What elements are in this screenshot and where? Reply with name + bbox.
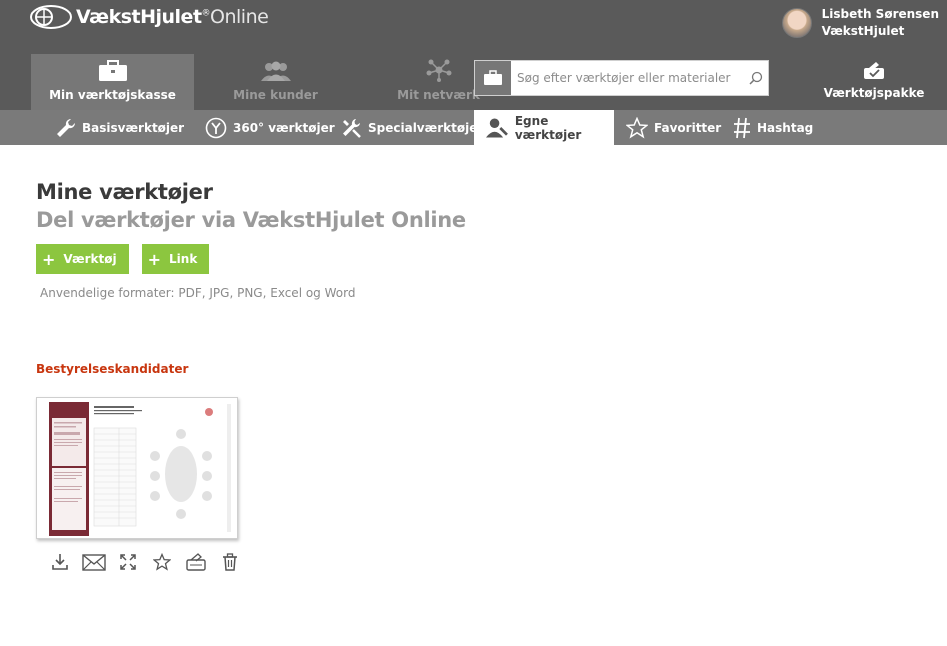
mail-button[interactable] — [77, 551, 111, 573]
search-icon — [749, 71, 763, 85]
hashtag-icon — [734, 117, 750, 138]
add-to-package-button[interactable] — [179, 551, 213, 573]
tab-hashtag[interactable]: Hashtag — [733, 110, 813, 145]
search-button[interactable] — [744, 71, 768, 85]
nav-min-vaerktojskasse[interactable]: Min værktøjskasse — [31, 54, 194, 110]
page-subtitle: Del værktøjer via VækstHjulet Online — [36, 208, 466, 232]
logo[interactable]: VækstHjulet® Online — [30, 4, 269, 30]
toolkit-package-icon — [864, 62, 884, 79]
logo-wheel-icon — [30, 5, 72, 29]
sub-nav: Basisværktøjer 360° værktøjer Specialvær… — [0, 110, 947, 145]
mail-icon — [82, 553, 106, 571]
add-to-package-icon — [186, 553, 206, 571]
search-input[interactable] — [511, 71, 744, 85]
add-tool-label: Værktøj — [63, 252, 117, 266]
search-bar — [474, 60, 769, 96]
tab-label: Basisværktøjer — [82, 120, 185, 135]
tool-title[interactable]: Bestyrelseskandidater — [36, 362, 188, 376]
toolbox-icon — [98, 60, 127, 81]
top-header: VækstHjulet® Online Lisbeth Sørensen Væk… — [0, 0, 947, 110]
expand-button[interactable] — [111, 551, 145, 573]
tab-label: Favoritter — [654, 120, 722, 135]
add-tool-button[interactable]: + Værktøj — [36, 244, 129, 274]
delete-button[interactable] — [213, 551, 247, 573]
user-name: Lisbeth Sørensen — [821, 7, 939, 21]
tool-actions — [43, 551, 247, 573]
tab-label: Egne værktøjer — [514, 113, 582, 142]
tab-label: Hashtag — [757, 120, 814, 135]
toolkit-package-label: Værktøjspakke — [823, 86, 925, 100]
delete-icon — [223, 553, 237, 571]
formats-text: Anvendelige formater: PDF, JPG, PNG, Exc… — [40, 286, 356, 300]
customers-icon — [260, 61, 291, 81]
main-content: Mine værktøjer Del værktøjer via VækstHj… — [36, 180, 466, 300]
download-icon — [52, 554, 68, 570]
plus-icon: + — [42, 249, 56, 269]
star-icon — [626, 116, 648, 138]
user-profile[interactable]: Lisbeth Sørensen VækstHjulet — [781, 6, 939, 40]
logo-suffix: Online — [210, 6, 269, 28]
nav-label: Min værktøjskasse — [49, 88, 176, 102]
nav-label: Mine kunder — [233, 88, 318, 102]
download-button[interactable] — [43, 551, 77, 573]
special-tools-icon — [343, 118, 361, 138]
tab-label: Specialværktøjer — [368, 120, 484, 135]
add-link-button[interactable]: + Link — [141, 244, 210, 274]
toolbox-filter-button[interactable] — [475, 61, 511, 95]
tab-label: 360° værktøjer — [233, 120, 335, 135]
tab-specialvaerktojer[interactable]: Specialværktøjer — [342, 110, 483, 145]
expand-icon — [120, 554, 136, 570]
add-link-label: Link — [169, 252, 198, 266]
avatar[interactable] — [781, 8, 812, 38]
document-preview-image — [37, 398, 237, 538]
nav-label: Mit netværk — [397, 88, 480, 102]
tool-thumbnail[interactable] — [36, 397, 238, 539]
wrench-icon — [57, 118, 76, 137]
user-org: VækstHjulet — [821, 24, 905, 38]
plus-icon: + — [147, 249, 162, 269]
tab-egne-vaerktojer[interactable]: Egne værktøjer — [474, 110, 614, 145]
toolkit-package-button[interactable]: Værktøjspakke — [824, 60, 924, 100]
tab-basisvaerktojer[interactable]: Basisværktøjer — [56, 110, 184, 145]
main-nav: Min værktøjskasse Mine kunder Mit netvær… — [31, 54, 520, 110]
tab-favoritter[interactable]: Favoritter — [626, 110, 721, 145]
favorite-star-icon — [153, 553, 171, 571]
logo-brand: VækstHjulet® — [76, 6, 211, 28]
nav-mine-kunder[interactable]: Mine kunder — [194, 54, 357, 110]
360-icon — [205, 117, 227, 138]
user-tool-icon — [486, 117, 508, 138]
favorite-button[interactable] — [145, 551, 179, 573]
page-title: Mine værktøjer — [36, 180, 213, 204]
network-icon — [426, 59, 451, 82]
briefcase-icon — [484, 70, 502, 85]
tab-360-vaerktojer[interactable]: 360° værktøjer — [205, 110, 335, 145]
